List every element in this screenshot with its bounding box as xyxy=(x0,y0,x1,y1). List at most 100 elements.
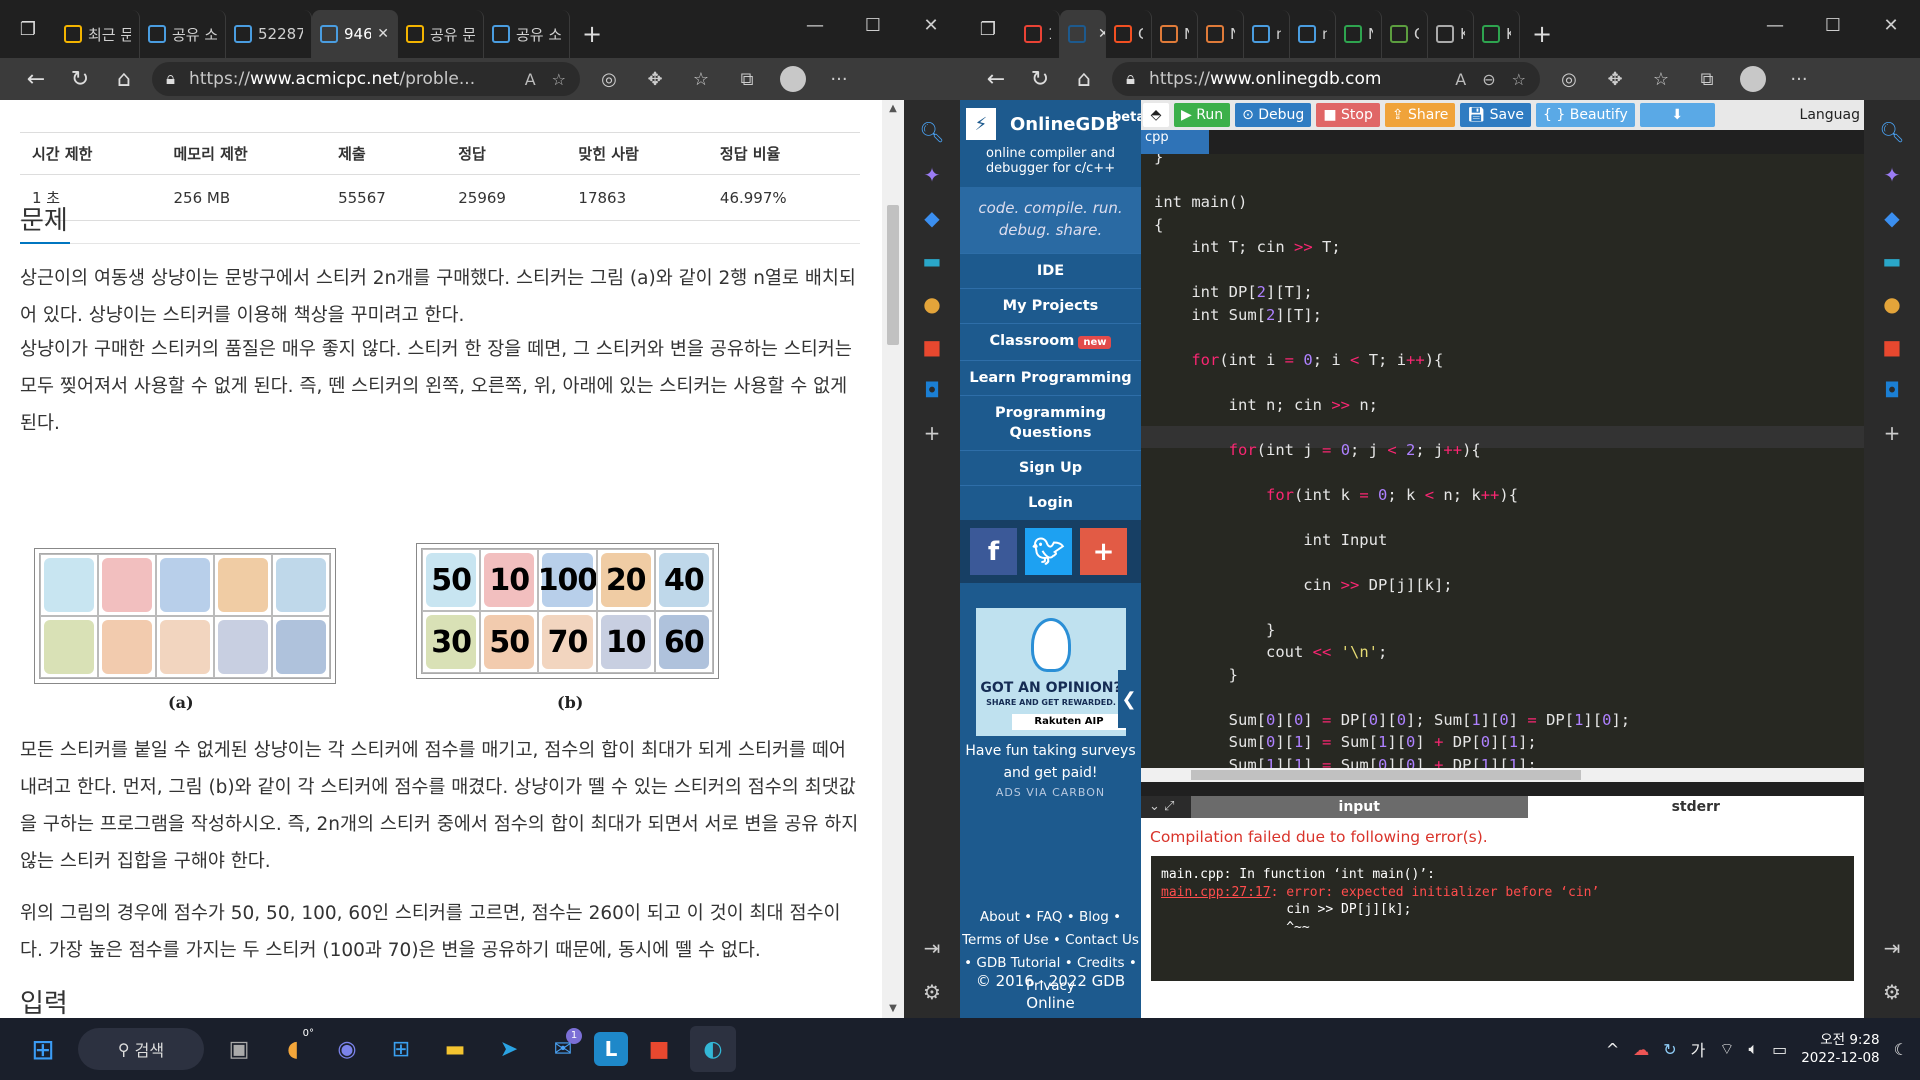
extensions-puzzle-icon[interactable]: ✥ xyxy=(1592,58,1638,100)
code-line[interactable] xyxy=(1154,551,1630,574)
tray-app-icon[interactable]: ☁ xyxy=(1633,1040,1649,1059)
more-menu-icon[interactable]: ··· xyxy=(816,58,862,100)
favorite-star-icon[interactable]: ☆ xyxy=(1512,70,1526,89)
task-view-icon[interactable]: ▣ xyxy=(216,1026,262,1072)
code-line[interactable]: Sum[0][1] = Sum[1][0] + DP[0][1]; xyxy=(1154,731,1630,754)
language-select[interactable]: Languag xyxy=(1800,107,1864,123)
fork-icon[interactable]: ⬘ xyxy=(1143,103,1169,127)
edge-icon[interactable]: ◐ xyxy=(690,1026,736,1072)
refresh-button[interactable]: ↻ xyxy=(1018,58,1062,100)
code-line[interactable] xyxy=(1154,596,1630,619)
sidebar-shopping-tag-icon[interactable]: ◆ xyxy=(1872,198,1912,238)
code-line[interactable] xyxy=(1154,326,1630,349)
telegram-icon[interactable]: ➤ xyxy=(486,1026,532,1072)
sidebar-hide-icon[interactable]: ⇥ xyxy=(912,928,952,968)
l-app-icon[interactable]: L xyxy=(594,1032,628,1066)
read-aloud-icon[interactable]: A xyxy=(525,70,536,89)
mail-icon[interactable]: ✉ 1 xyxy=(540,1026,586,1072)
run-button[interactable]: ▶ Run xyxy=(1174,103,1231,127)
gdb-nav-item[interactable]: Login xyxy=(960,485,1141,520)
debug-button[interactable]: ⊙ Debug xyxy=(1235,103,1312,127)
sidebar-add-icon[interactable]: + xyxy=(1872,413,1912,453)
tab-right-8[interactable]: O xyxy=(1382,10,1428,58)
gdb-nav-item[interactable]: Learn Programming xyxy=(960,360,1141,395)
code-line[interactable]: for(int k = 0; k < n; k++){ xyxy=(1154,484,1630,507)
tab-right-4[interactable]: N xyxy=(1198,10,1244,58)
weather-icon[interactable]: ◖ 0° xyxy=(270,1026,316,1072)
close-window-button[interactable]: ✕ xyxy=(1862,0,1920,50)
collapse-sidebar-chevron-icon[interactable]: ❮ xyxy=(1118,670,1140,728)
code-line[interactable]: cout << '\n'; xyxy=(1154,641,1630,664)
ads-via-carbon[interactable]: ADS VIA CARBON xyxy=(960,786,1141,799)
code-line[interactable]: Sum[1][1] = Sum[0][0] + DP[1][1]; xyxy=(1154,754,1630,769)
sidebar-tools-icon[interactable]: ▬ xyxy=(1872,241,1912,281)
sidebar-settings-gear-icon[interactable]: ⚙ xyxy=(1872,972,1912,1012)
code-line[interactable]: for(int j = 0; j < 2; j++){ xyxy=(1154,439,1630,462)
battery-icon[interactable]: ▭ xyxy=(1772,1040,1787,1059)
input-tab[interactable]: input xyxy=(1191,796,1528,818)
share-button[interactable]: ⇪ Share xyxy=(1384,103,1456,127)
tab-right-0[interactable]: 1- xyxy=(1016,10,1060,58)
profile-avatar[interactable] xyxy=(780,66,806,92)
minimize-button[interactable]: — xyxy=(1746,0,1804,50)
save-button[interactable]: 💾︎ Save xyxy=(1460,103,1532,127)
tab-right-3[interactable]: N xyxy=(1152,10,1198,58)
sidebar-office-icon[interactable]: ■ xyxy=(912,327,952,367)
tab-left-4[interactable]: 공유 문서 xyxy=(398,10,484,58)
sidebar-shopping-tag-icon[interactable]: ◆ xyxy=(912,198,952,238)
code-line[interactable]: int main() xyxy=(1154,191,1630,214)
notification-bell-icon[interactable]: ☾ xyxy=(1894,1040,1908,1059)
more-menu-icon[interactable]: ··· xyxy=(1776,58,1822,100)
tab-left-0[interactable]: 최근 문서 xyxy=(56,10,140,58)
download-icon[interactable]: ⬇ xyxy=(1639,103,1715,127)
stderr-tab[interactable]: stderr xyxy=(1527,796,1864,818)
collections-icon[interactable]: ⧉ xyxy=(724,58,770,100)
code-line[interactable] xyxy=(1154,686,1630,709)
tab-right-9[interactable]: K xyxy=(1428,10,1474,58)
code-line[interactable]: for(int i = 0; i < T; i++){ xyxy=(1154,349,1630,372)
tab-left-3[interactable]: 946 ✕ xyxy=(312,10,398,58)
facebook-icon[interactable]: f xyxy=(970,528,1017,575)
extension-icon[interactable]: ◎ xyxy=(1546,58,1592,100)
maximize-button[interactable]: ☐ xyxy=(1804,0,1862,50)
maximize-button[interactable]: ☐ xyxy=(844,0,902,50)
sidebar-tools-icon[interactable]: ▬ xyxy=(912,241,952,281)
new-tab-button[interactable]: + xyxy=(570,10,614,58)
tab-right-6[interactable]: n xyxy=(1290,10,1336,58)
tab-left-5[interactable]: 공유 소스 xyxy=(484,10,570,58)
code-line[interactable]: { xyxy=(1154,214,1630,237)
gdb-nav-item[interactable]: IDE xyxy=(960,253,1141,288)
scrollbar-thumb[interactable] xyxy=(887,205,899,345)
minimize-button[interactable]: — xyxy=(786,0,844,50)
stop-button[interactable]: ■ Stop xyxy=(1316,103,1380,127)
sidebar-outlook-icon[interactable]: ◘ xyxy=(1872,370,1912,410)
twitter-icon[interactable]: 🐦︎ xyxy=(1025,528,1072,575)
ad-text[interactable]: Have fun taking surveys and get paid! xyxy=(960,740,1141,784)
sidebar-games-icon[interactable]: ● xyxy=(1872,284,1912,324)
code-line[interactable]: int T; cin >> T; xyxy=(1154,236,1630,259)
close-tab-icon[interactable]: ✕ xyxy=(377,26,389,42)
code-line[interactable]: int Sum[2][T]; xyxy=(1154,304,1630,327)
microsoft-store-icon[interactable]: ⊞ xyxy=(378,1026,424,1072)
share-plus-icon[interactable]: + xyxy=(1080,528,1127,575)
code-line[interactable] xyxy=(1154,506,1630,529)
code-line[interactable]: int n; cin >> n; xyxy=(1154,394,1630,417)
code-line[interactable] xyxy=(1154,416,1630,439)
sidebar-office-icon[interactable]: ■ xyxy=(1872,327,1912,367)
ime-indicator[interactable]: 가 xyxy=(1691,1037,1706,1061)
refresh-button[interactable]: ↻ xyxy=(58,58,102,100)
tab-right-1[interactable]: Gl✕ xyxy=(1060,10,1106,58)
sidebar-copilot-icon[interactable]: ✦ xyxy=(1872,155,1912,195)
close-tab-icon[interactable]: ✕ xyxy=(1098,26,1105,42)
code-line[interactable]: int DP[2][T]; xyxy=(1154,281,1630,304)
new-tab-button[interactable]: + xyxy=(1520,10,1564,58)
teams-chat-icon[interactable]: ◉ xyxy=(324,1026,370,1072)
wifi-icon[interactable]: ⌔ xyxy=(1719,1039,1734,1059)
gdb-nav-item[interactable]: Classroom new xyxy=(960,323,1141,360)
editor-horizontal-scrollbar[interactable] xyxy=(1141,768,1864,782)
gdb-brand[interactable]: OnlineGDB xyxy=(1010,114,1119,135)
gdb-logo-icon[interactable]: ⚡ xyxy=(966,108,996,140)
tab-right-7[interactable]: N xyxy=(1336,10,1382,58)
sidebar-outlook-icon[interactable]: ◘ xyxy=(912,370,952,410)
io-collapse-expand-icons[interactable]: ⌄ ⤢ xyxy=(1141,796,1191,818)
